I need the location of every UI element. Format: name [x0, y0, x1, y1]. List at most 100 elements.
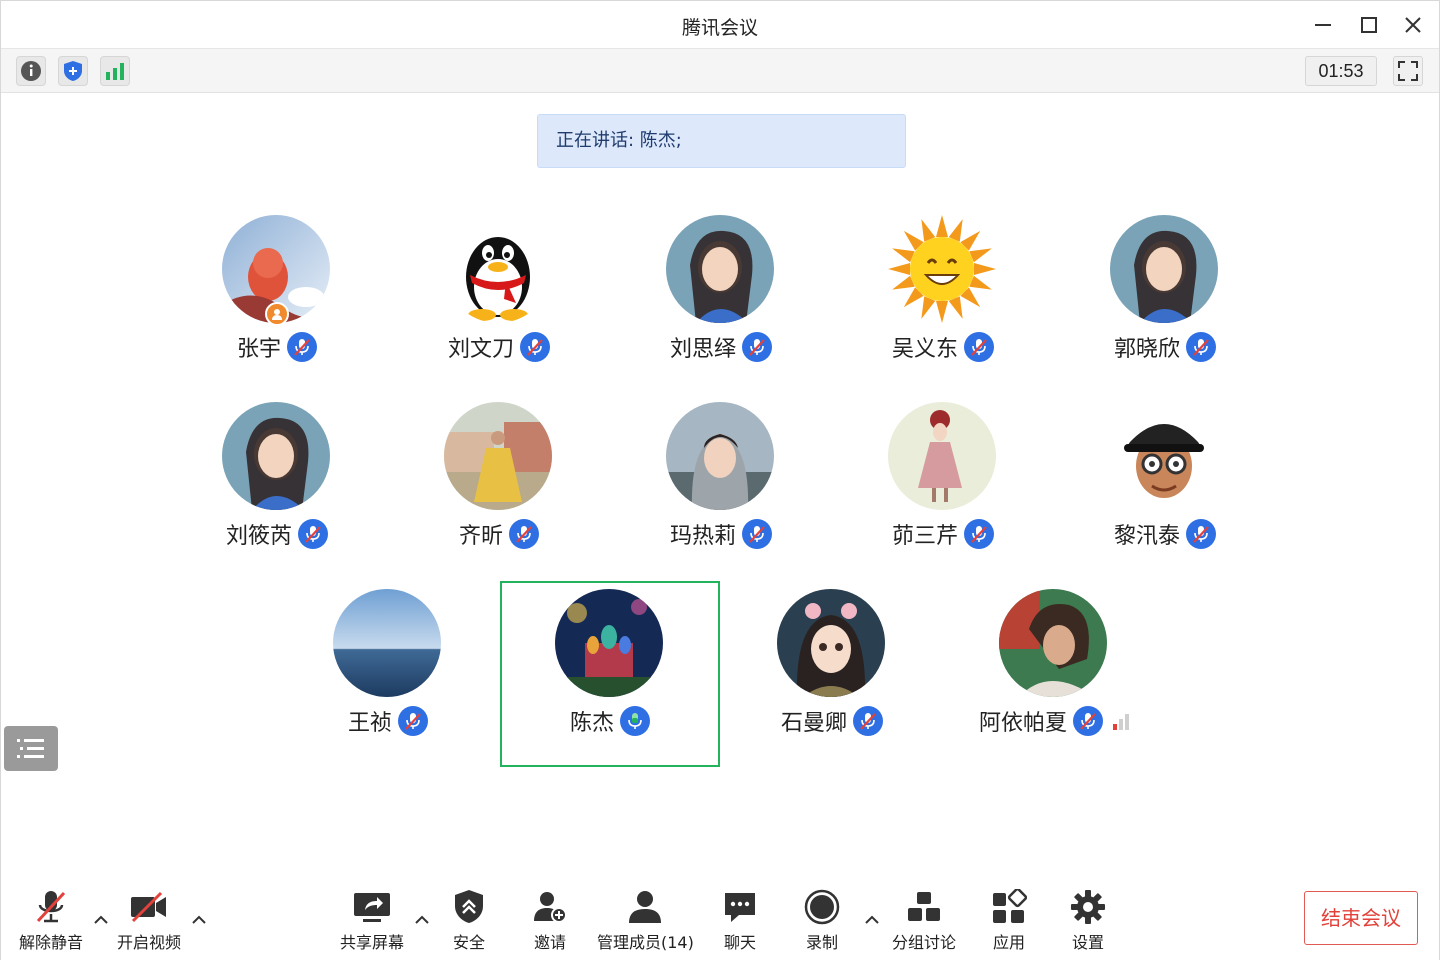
participant-name: 张宇: [236, 337, 281, 362]
participant-name: 陈杰: [569, 711, 614, 736]
video-options-caret[interactable]: [191, 911, 207, 927]
audio-options-caret[interactable]: [93, 911, 109, 927]
participant-tile[interactable]: 齐昕: [389, 394, 609, 580]
close-icon: [1405, 17, 1421, 33]
participant-tile[interactable]: 陈杰: [500, 581, 720, 767]
avatar: [444, 215, 552, 323]
mic-muted-icon: [520, 332, 550, 362]
participant-name-row: 刘思绎: [611, 331, 831, 363]
participant-name: 吴义东: [891, 337, 958, 362]
share-screen-button[interactable]: 共享屏幕: [340, 887, 404, 953]
participant-tile[interactable]: 刘思绎: [611, 207, 831, 393]
meeting-info-button[interactable]: [16, 56, 46, 86]
chat-icon: [725, 893, 755, 922]
mic-active-icon: [628, 713, 642, 729]
end-meeting-button[interactable]: 结束会议: [1304, 891, 1418, 945]
gear-icon: [1071, 890, 1105, 924]
participant-tile[interactable]: 阿依帕夏: [944, 581, 1164, 767]
security-status-button[interactable]: [58, 56, 88, 86]
fullscreen-button[interactable]: [1393, 56, 1423, 86]
meeting-toolbar: 01:53: [1, 49, 1439, 93]
participant-tile[interactable]: 王祯: [278, 581, 498, 767]
participant-tile[interactable]: 刘文刀: [389, 207, 609, 393]
participant-tile[interactable]: 郭晓欣: [1055, 207, 1275, 393]
chevron-up-icon: [192, 915, 206, 924]
participant-name-row: 石曼卿: [722, 705, 942, 737]
participant-name-row: 吴义东: [833, 331, 1053, 363]
add-user-icon: [534, 892, 567, 923]
mic-muted-icon: [405, 713, 421, 730]
info-icon: [21, 61, 41, 81]
mic-muted-icon: [1186, 332, 1216, 362]
participant-name-row: 玛热莉: [611, 518, 831, 550]
participant-tile[interactable]: 茆三芹: [833, 394, 1053, 580]
chevron-up-icon: [865, 915, 879, 924]
shield-icon: [64, 61, 82, 81]
avatar: [777, 589, 885, 697]
participant-name: 刘筱芮: [225, 524, 292, 549]
maximize-button[interactable]: [1347, 9, 1391, 41]
mic-muted-icon: [516, 526, 532, 543]
close-button[interactable]: [1391, 9, 1435, 41]
invite-button[interactable]: 邀请: [532, 887, 568, 953]
apps-button[interactable]: 应用: [991, 887, 1027, 953]
participant-name-row: 齐昕: [389, 518, 609, 550]
unmute-button[interactable]: 解除静音: [19, 887, 83, 953]
participant-name-row: 陈杰: [502, 705, 718, 737]
mic-active-icon: [620, 706, 650, 736]
control-bar: 解除静音 开启视频 共享屏幕 安全 邀请 管理成员(14) 聊天 录制 分组讨论…: [1, 881, 1439, 960]
share-options-caret[interactable]: [414, 911, 430, 927]
list-icon: [17, 738, 44, 758]
participant-name: 刘思绎: [669, 337, 736, 362]
mic-muted-icon: [298, 519, 328, 549]
share-screen-icon: [354, 893, 390, 922]
network-status-button[interactable]: [100, 56, 130, 86]
speaking-indicator: 正在讲话: 陈杰;: [537, 114, 906, 168]
participant-list-toggle[interactable]: [4, 726, 58, 771]
chevron-up-icon: [415, 915, 429, 924]
breakout-rooms-button[interactable]: 分组讨论: [892, 887, 956, 953]
minimize-icon: [1315, 24, 1331, 26]
weak-signal-icon: [1113, 712, 1129, 730]
participant-tile[interactable]: 刘筱芮: [167, 394, 387, 580]
security-shield-icon: [455, 890, 483, 923]
fullscreen-icon: [1398, 61, 1418, 81]
avatar: [333, 589, 441, 697]
record-options-caret[interactable]: [864, 911, 880, 927]
mic-muted-icon: [305, 526, 321, 543]
meeting-timer: 01:53: [1305, 56, 1377, 86]
mic-muted-icon: [527, 339, 543, 356]
participant-tile[interactable]: 玛热莉: [611, 394, 831, 580]
mic-muted-icon: [964, 332, 994, 362]
apps-icon: [993, 889, 1027, 923]
start-video-button[interactable]: 开启视频: [117, 887, 181, 953]
mic-muted-icon: [749, 526, 765, 543]
chat-button[interactable]: 聊天: [723, 887, 757, 953]
participant-name-row: 黎汛泰: [1055, 518, 1275, 550]
participant-tile[interactable]: 黎汛泰: [1055, 394, 1275, 580]
mic-muted-icon: [742, 519, 772, 549]
participant-tile[interactable]: 石曼卿: [722, 581, 942, 767]
participant-name: 齐昕: [458, 524, 503, 549]
participant-name: 茆三芹: [891, 524, 958, 549]
participant-name-row: 茆三芹: [833, 518, 1053, 550]
security-button[interactable]: 安全: [453, 887, 485, 953]
mic-muted-icon: [964, 519, 994, 549]
participant-name-row: 刘文刀: [389, 331, 609, 363]
members-icon: [629, 891, 662, 923]
participant-name-row: 刘筱芮: [167, 518, 387, 550]
mic-muted-icon: [36, 891, 66, 923]
settings-button[interactable]: 设置: [1070, 887, 1106, 953]
record-button[interactable]: 录制: [804, 887, 840, 953]
participant-name-row: 张宇: [167, 331, 387, 363]
manage-members-button[interactable]: 管理成员(14): [597, 887, 694, 953]
avatar: [888, 215, 996, 323]
maximize-icon: [1361, 17, 1377, 33]
participant-tile[interactable]: 张宇: [167, 207, 387, 393]
minimize-button[interactable]: [1301, 9, 1345, 41]
participant-tile[interactable]: 吴义东: [833, 207, 1053, 393]
avatar: [999, 589, 1107, 697]
participant-name: 刘文刀: [447, 337, 514, 362]
avatar: [444, 402, 552, 510]
avatar: [1110, 215, 1218, 323]
